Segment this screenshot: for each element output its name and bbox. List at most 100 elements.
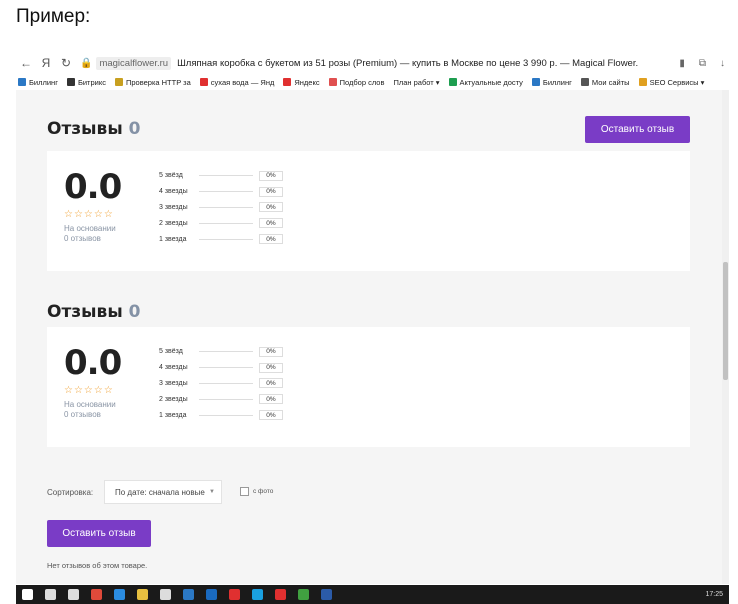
reload-button[interactable]: ↻ (56, 56, 76, 70)
caption-text: Пример: (16, 6, 91, 27)
bookmark-label: План работ ▾ (393, 77, 440, 87)
leave-review-button[interactable]: Оставить отзыв (585, 116, 690, 143)
photo-only-label[interactable]: с фото (253, 488, 273, 495)
star-level-label: 5 звёзд (159, 348, 183, 356)
distribution-bar (199, 398, 253, 400)
chrome-icon-glyph (91, 589, 102, 600)
store-icon-glyph (160, 589, 171, 600)
bookmark-item[interactable]: сухая вода — Янд (199, 78, 274, 87)
address-bar-actions: ▮ ⧉ ↓ (679, 58, 729, 69)
bookmark-item[interactable]: Мои сайты (580, 77, 630, 87)
reviews-heading-text: Отзывы (47, 119, 123, 139)
distribution-percent: 0% (259, 362, 283, 373)
bookmark-favicon-icon (531, 78, 540, 86)
distribution-percent: 0% (259, 170, 283, 181)
search-icon[interactable] (39, 589, 62, 600)
bookmark-item[interactable]: SEO Сервисы ▾ (638, 77, 705, 87)
bookmark-item[interactable]: Проверка HTTP за (114, 77, 191, 87)
outlook-icon[interactable] (200, 589, 223, 600)
windows-start-icon[interactable] (16, 589, 39, 600)
bookmark-item[interactable]: Яндекс (283, 78, 320, 87)
bookmark-item[interactable]: Подбор слов (328, 78, 384, 87)
store-icon[interactable] (154, 589, 177, 600)
distribution-bar (199, 382, 253, 384)
sort-select[interactable]: По дате: сначала новые ▼ (104, 480, 222, 504)
taskbar-clock[interactable]: 17:25 (705, 591, 729, 598)
rating-distribution: 5 звёзд 0% 4 звезды 0% 3 звезды 0% 2 звезды 0% 1… (159, 168, 283, 247)
no-reviews-text: Нет отзывов об этом товаре. (47, 561, 148, 570)
mail-icon-glyph (183, 589, 194, 600)
bookmark-favicon-icon (114, 78, 123, 86)
chrome-alt-icon[interactable] (292, 589, 315, 600)
page-title-in-address[interactable]: Шляпная коробка с букетом из 51 розы (Pr… (177, 58, 638, 69)
rating-distribution: 5 звёзд 0% 4 звезды 0% 3 звезды 0% 2 звезды 0% 1… (159, 344, 283, 423)
mail-icon[interactable] (177, 589, 200, 600)
edge-icon[interactable] (108, 589, 131, 600)
word-icon[interactable] (315, 589, 338, 600)
distribution-percent: 0% (259, 202, 283, 213)
star-level-label: 2 звезды (159, 395, 188, 403)
bookmark-item[interactable]: Битрикс (66, 77, 106, 87)
task-view-icon[interactable] (62, 589, 85, 600)
bookmark-label: Проверка HTTP за (125, 77, 191, 87)
bookmark-label: Мои сайты (591, 77, 630, 87)
yandex-icon[interactable] (269, 589, 292, 600)
bookmark-label: Битрикс (77, 77, 106, 87)
reviews-count: 0 (128, 119, 141, 139)
distribution-percent: 0% (259, 186, 283, 197)
star-level-label: 4 звезды (159, 364, 188, 372)
bookmark-favicon-icon (580, 78, 589, 86)
photo-only-checkbox[interactable] (240, 487, 249, 496)
download-icon[interactable]: ↓ (720, 58, 725, 69)
outlook-icon-glyph (206, 589, 217, 600)
bookmark-item[interactable]: План работ ▾ (393, 78, 439, 87)
windows-taskbar: 17:25 (16, 585, 729, 604)
bookmark-favicon-icon (638, 78, 647, 86)
reviews-heading: Отзывы 0 (47, 302, 140, 322)
bookmark-label: Биллинг (542, 77, 572, 87)
bookmark-favicon-icon (448, 78, 457, 86)
distribution-percent: 0% (259, 410, 283, 421)
skype-icon[interactable] (246, 589, 269, 600)
browser-address-bar: ← Я ↻ 🔒 magicalflower.ru Шляпная коробка… (16, 52, 729, 74)
chrome-icon[interactable] (85, 589, 108, 600)
page-scrollbar[interactable] (722, 90, 729, 584)
search-icon-glyph (45, 589, 56, 600)
bookmarks-bar: Биллинг Битрикс Проверка HTTP за сухая вода… (16, 74, 729, 90)
rating-summary-card: 0.0 ☆☆☆☆☆ На основании 0 отзывов 5 звёзд 0% 4 … (47, 327, 690, 447)
leave-review-bottom-button[interactable]: Оставить отзыв (47, 520, 151, 547)
distribution-percent: 0% (259, 234, 283, 245)
reviews-count-line: 0 отзывов (64, 234, 101, 243)
extensions-icon[interactable]: ⧉ (699, 58, 706, 69)
yandex-browser-icon[interactable] (223, 589, 246, 600)
distribution-bar (199, 175, 253, 177)
star-level-label: 4 звезды (159, 188, 188, 196)
bookmark-item[interactable]: Актуальные досту (448, 77, 523, 87)
explorer-folder-icon[interactable] (131, 589, 154, 600)
distribution-row: 1 звезда 0% (159, 407, 283, 423)
bookmark-label: Актуальные досту (459, 77, 523, 87)
bookmark-favicon-icon (66, 78, 75, 86)
bookmark-label: Биллинг (29, 77, 58, 87)
distribution-row: 3 звезды 0% (159, 200, 283, 216)
distribution-percent: 0% (259, 378, 283, 389)
bookmark-item[interactable]: Биллинг (531, 77, 572, 87)
word-icon-glyph (321, 589, 332, 600)
star-rating-icon: ☆☆☆☆☆ (64, 385, 114, 396)
yandex-browser-icon-glyph (229, 589, 240, 600)
url-host[interactable]: magicalflower.ru (96, 56, 172, 70)
bookmark-icon[interactable]: ▮ (679, 58, 685, 69)
back-button[interactable]: ← (16, 56, 36, 70)
rating-summary-card: 0.0 ☆☆☆☆☆ На основании 0 отзывов 5 звёзд 0% 4 … (47, 151, 690, 271)
bookmark-favicon-icon (328, 78, 337, 86)
distribution-percent: 0% (259, 394, 283, 405)
bookmark-label: SEO Сервисы ▾ (649, 77, 705, 87)
scrollbar-thumb[interactable] (723, 262, 728, 380)
yandex-logo-icon[interactable]: Я (36, 56, 56, 70)
star-level-label: 3 звезды (159, 379, 188, 387)
bookmark-favicon-icon (199, 78, 208, 86)
distribution-bar (199, 206, 253, 208)
bookmark-item[interactable]: Биллинг (18, 78, 58, 87)
bookmark-favicon-icon (18, 78, 26, 86)
based-on-line: На основании (64, 224, 116, 233)
